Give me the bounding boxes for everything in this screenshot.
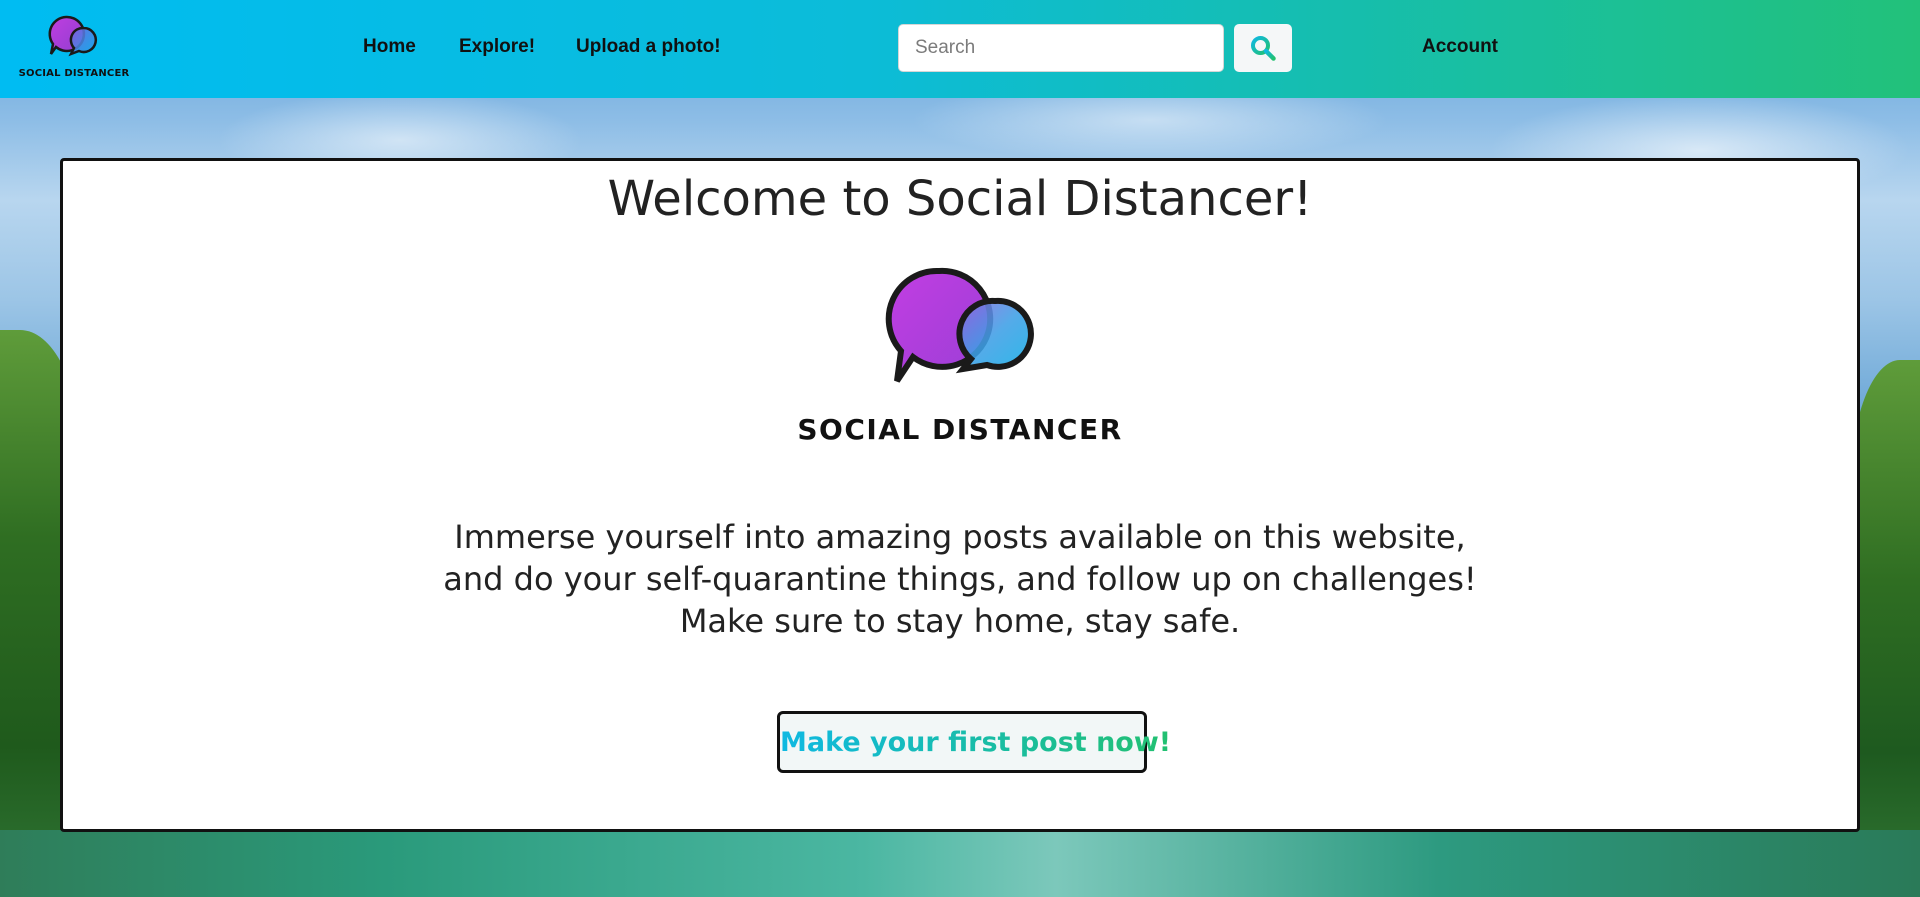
tagline-line: and do your self-quarantine things, and … <box>443 560 1477 598</box>
nav-home-link[interactable]: Home <box>363 36 416 58</box>
search-button[interactable] <box>1234 24 1292 72</box>
background-lake <box>0 830 1920 897</box>
make-first-post-button[interactable]: Make your first post now! <box>777 711 1171 773</box>
welcome-card: Welcome to Social Distancer! SOCIAL DIST… <box>60 158 1860 832</box>
tagline-text: Immerse yourself into amazing posts avai… <box>63 516 1857 642</box>
chat-bubbles-hero-logo-icon <box>885 267 1034 383</box>
brand-logo-link[interactable]: SOCIAL DISTANCER <box>18 12 130 82</box>
nav-account-link[interactable]: Account <box>1422 36 1498 58</box>
tagline-line: Immerse yourself into amazing posts avai… <box>454 518 1466 556</box>
chat-bubbles-logo-icon <box>48 15 97 57</box>
background-trees-right <box>1850 360 1920 850</box>
nav-explore-link[interactable]: Explore! <box>459 36 535 58</box>
top-navbar: SOCIAL DISTANCER Home Explore! Upload a … <box>0 0 1920 98</box>
magnifier-icon <box>1251 36 1276 61</box>
make-first-post-label: Make your first post now! <box>780 726 1172 758</box>
brand-wordmark: SOCIAL DISTANCER <box>18 68 130 79</box>
hero-logo-wordmark: SOCIAL DISTANCER <box>797 413 1123 446</box>
search-input[interactable] <box>898 24 1224 72</box>
tagline-line: Make sure to stay home, stay safe. <box>679 602 1241 640</box>
page-title: Welcome to Social Distancer! <box>607 171 1313 227</box>
nav-upload-photo-link[interactable]: Upload a photo! <box>576 36 721 58</box>
